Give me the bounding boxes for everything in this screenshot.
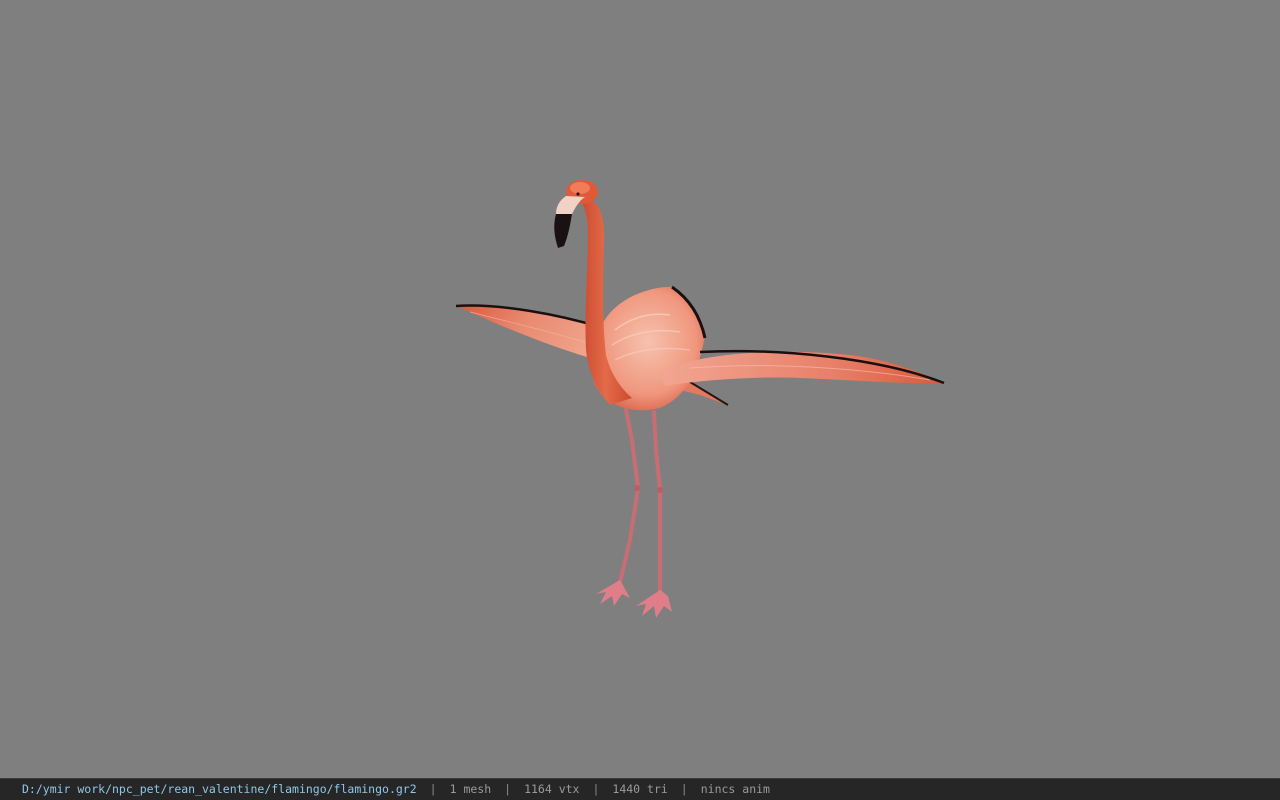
anim-status-label: nincs anim xyxy=(700,782,770,796)
triangle-count-label: 1440 tri xyxy=(612,782,668,796)
separator: | xyxy=(429,782,437,796)
flamingo-model xyxy=(455,180,945,618)
right-wing xyxy=(660,349,945,386)
separator: | xyxy=(592,782,600,796)
separator: | xyxy=(680,782,688,796)
legs xyxy=(618,408,663,594)
3d-viewport[interactable] xyxy=(0,0,1280,778)
status-bar: D:/ymir work/npc_pet/rean_valentine/flam… xyxy=(0,778,1280,800)
mesh-count-label: 1 mesh xyxy=(449,782,492,796)
file-path-label: D:/ymir work/npc_pet/rean_valentine/flam… xyxy=(22,782,417,796)
separator: | xyxy=(504,782,512,796)
vertex-count-label: 1164 vtx xyxy=(524,782,580,796)
left-wing xyxy=(455,304,604,362)
